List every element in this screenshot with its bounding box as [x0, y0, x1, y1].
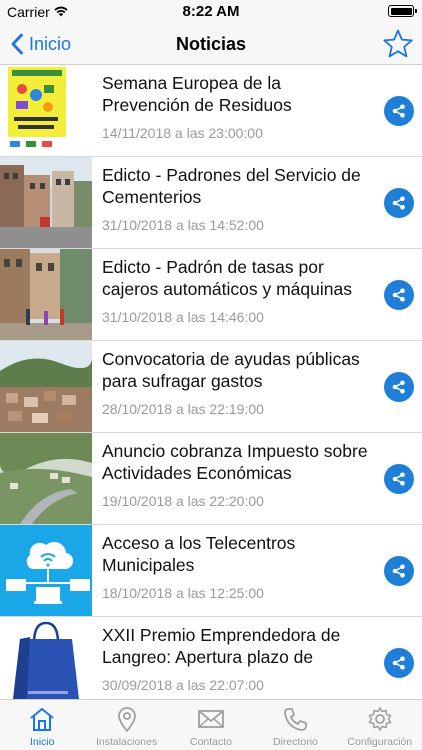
news-thumbnail-network: [0, 525, 92, 616]
share-button[interactable]: [384, 280, 414, 310]
battery-icon: [388, 5, 417, 17]
news-title: Acceso a los Telecentros Municipales: [102, 533, 296, 575]
tab-directorio[interactable]: Directorio: [253, 700, 337, 750]
share-icon: [392, 564, 405, 578]
share-button[interactable]: [384, 372, 414, 402]
share-button[interactable]: [384, 188, 414, 218]
tab-contacto[interactable]: Contacto: [169, 700, 253, 750]
news-thumbnail-poster: [0, 65, 92, 156]
news-thumbnail-street-pedestrians: [0, 249, 92, 340]
share-button[interactable]: [384, 556, 414, 586]
envelope-icon: [198, 710, 224, 728]
news-date: 31/10/2018 a las 14:52:00: [102, 217, 264, 233]
share-button[interactable]: [384, 96, 414, 126]
tab-label: Directorio: [272, 736, 318, 748]
news-list[interactable]: Semana Europea de la Prevención de Resid…: [0, 65, 422, 699]
phone-icon: [284, 708, 308, 731]
share-icon: [392, 104, 405, 118]
tab-configuracion[interactable]: Configuración: [338, 700, 422, 750]
back-button-label: Inicio: [29, 33, 72, 54]
tab-inicio[interactable]: Inicio: [0, 700, 84, 750]
news-thumbnail-valley: [0, 433, 92, 524]
tab-label: Inicio: [29, 736, 55, 748]
news-list-item[interactable]: Edicto - Padrones del Servicio de Cement…: [0, 157, 422, 249]
tab-label: Instalaciones: [95, 736, 158, 748]
news-list-item[interactable]: Acceso a los Telecentros Municipales 18/…: [0, 525, 422, 617]
news-list-item[interactable]: XXII Premio Emprendedora de Langreo: Ape…: [0, 617, 422, 699]
news-date: 18/10/2018 a las 12:25:00: [102, 585, 264, 601]
share-icon: [392, 380, 405, 394]
news-title: Anuncio cobranza Impuesto sobre Activida…: [102, 441, 368, 483]
clock-label: 8:22 AM: [182, 3, 240, 20]
news-list-item[interactable]: Convocatoria de ayudas públicas para suf…: [0, 341, 422, 433]
tab-label: Configuración: [347, 736, 413, 748]
news-title: XXII Premio Emprendedora de Langreo: Ape…: [102, 625, 341, 667]
tab-bar: Inicio Instalaciones Contacto Directorio…: [0, 699, 422, 750]
news-thumbnail-bag: [0, 617, 92, 699]
gear-icon: [368, 707, 392, 731]
news-title: Edicto - Padrones del Servicio de Cement…: [102, 165, 361, 207]
home-icon: [30, 708, 54, 731]
news-list-item[interactable]: Anuncio cobranza Impuesto sobre Activida…: [0, 433, 422, 525]
navigation-bar: Inicio Noticias: [0, 24, 422, 65]
share-icon: [392, 196, 405, 210]
tab-instalaciones[interactable]: Instalaciones: [84, 700, 168, 750]
news-date: 19/10/2018 a las 22:20:00: [102, 493, 264, 509]
news-list-item[interactable]: Edicto - Padrón de tasas por cajeros aut…: [0, 249, 422, 341]
news-date: 30/09/2018 a las 22:07:00: [102, 677, 264, 693]
news-thumbnail-town: [0, 341, 92, 432]
back-button[interactable]: Inicio: [10, 31, 71, 57]
location-pin-icon: [117, 707, 136, 732]
share-icon: [392, 656, 405, 670]
share-icon: [392, 288, 405, 302]
share-button[interactable]: [384, 464, 414, 494]
news-thumbnail-street: [0, 157, 92, 248]
favorite-star-icon[interactable]: [382, 28, 414, 60]
news-title: Semana Europea de la Prevención de Resid…: [102, 73, 292, 115]
tab-label: Contacto: [190, 736, 233, 748]
chevron-left-icon: [11, 33, 23, 55]
news-title: Convocatoria de ayudas públicas para suf…: [102, 349, 360, 391]
status-bar: Carrier 8:22 AM: [0, 0, 422, 24]
share-icon: [392, 472, 405, 486]
news-list-item[interactable]: Semana Europea de la Prevención de Resid…: [0, 65, 422, 157]
news-date: 28/10/2018 a las 22:19:00: [102, 401, 264, 417]
news-date: 14/11/2018 a las 23:00:00: [102, 125, 263, 141]
share-button[interactable]: [384, 648, 414, 678]
news-date: 31/10/2018 a las 14:46:00: [102, 309, 264, 325]
news-title: Edicto - Padrón de tasas por cajeros aut…: [102, 257, 352, 299]
